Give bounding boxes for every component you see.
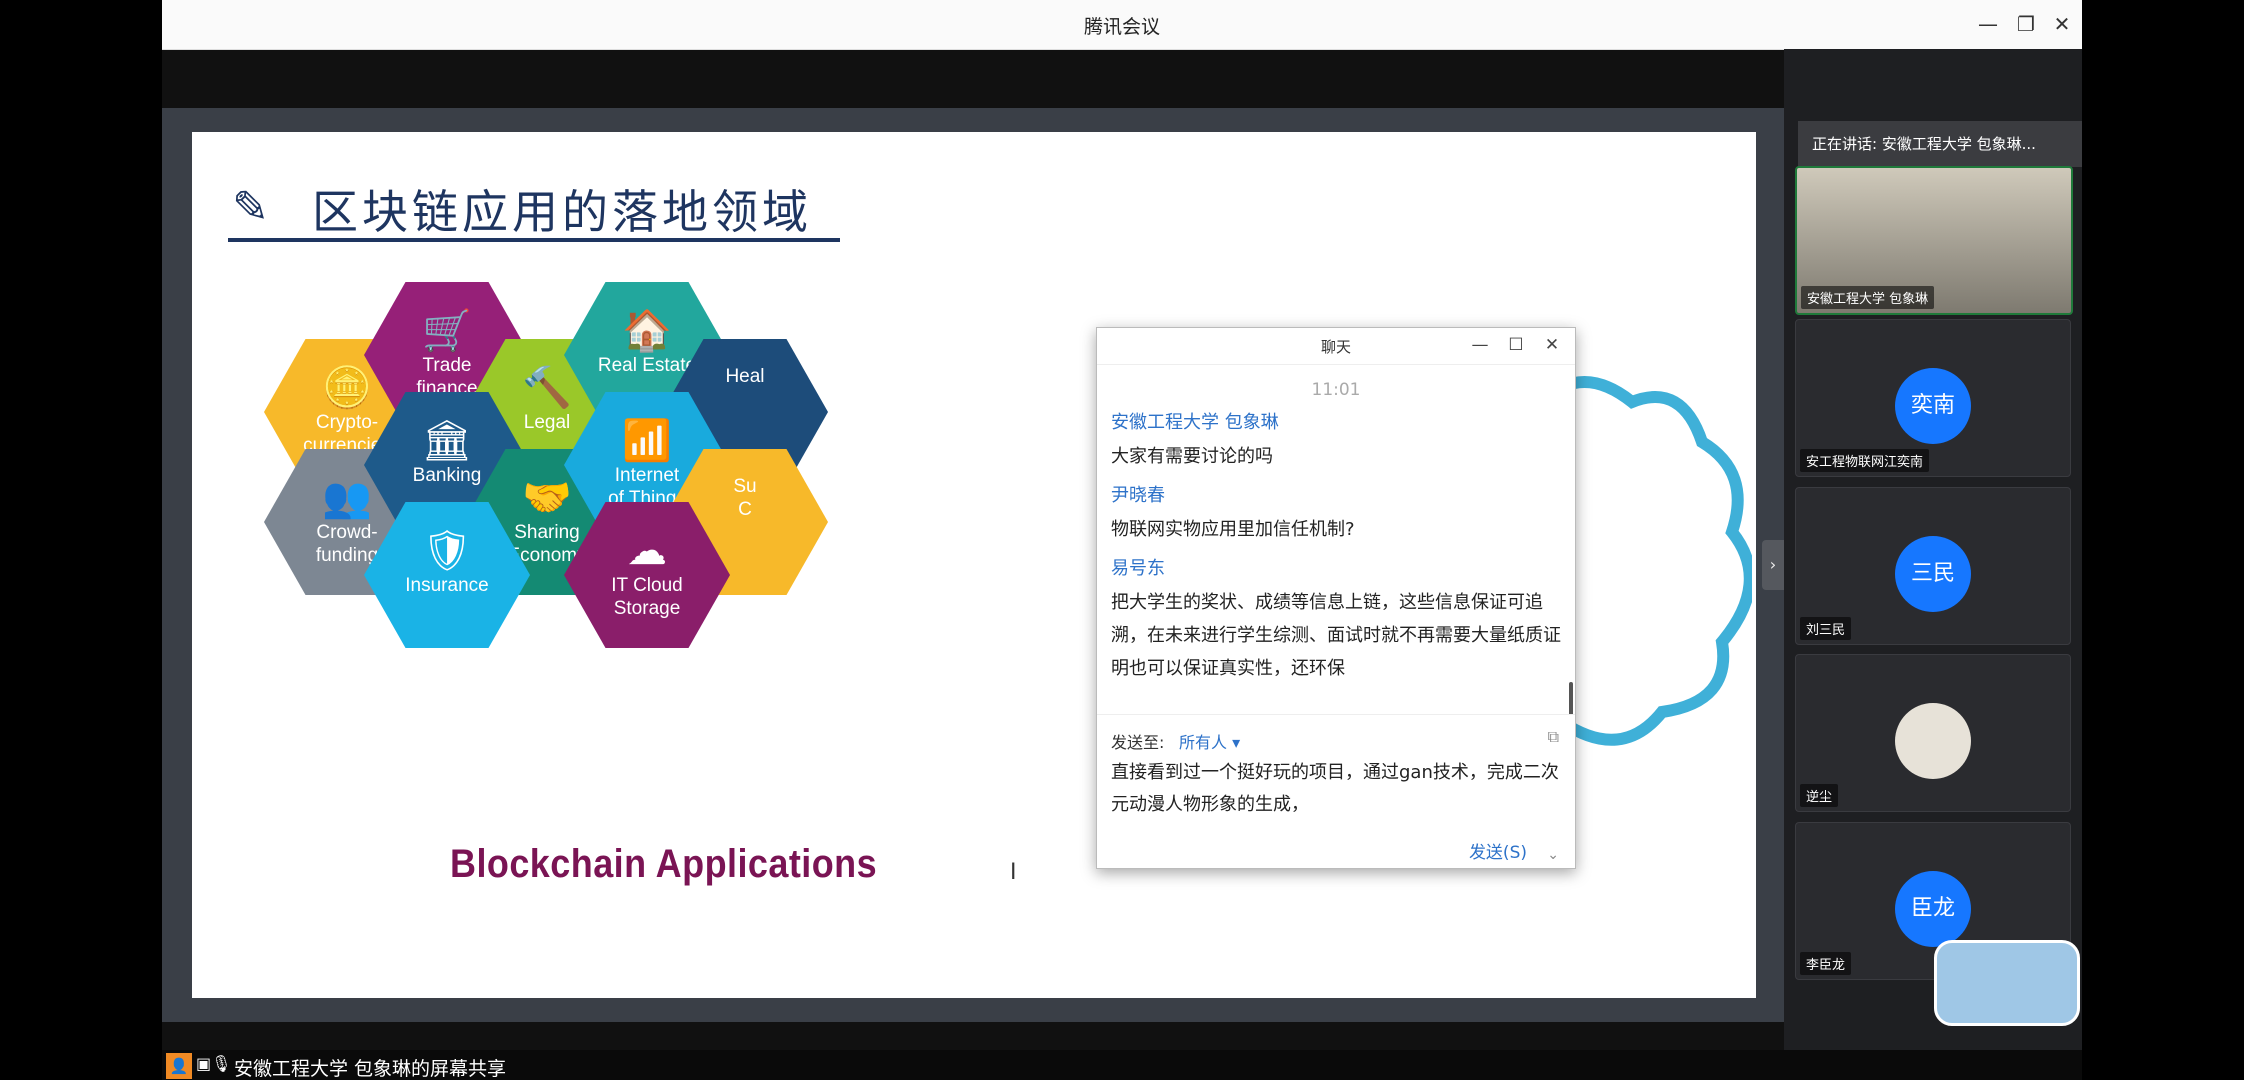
avatar <box>1895 703 1971 779</box>
screen-share-label: 安徽工程大学 包象琳的屏幕共享 <box>234 1058 507 1080</box>
message-text: 把大学生的奖状、成绩等信息上链，这些信息保证可追溯，在未来进行学生综测、面试时就… <box>1111 592 1561 679</box>
avatar: 三民 <box>1895 536 1971 612</box>
participant-name: 李臣龙 <box>1800 952 1852 975</box>
collapse-sidebar-button[interactable]: › <box>1762 540 1784 590</box>
participant-tile[interactable]: 奕南 安工程物联网江奕南 <box>1795 319 2071 477</box>
chat-compose: 发送至: 所有人 ▾ ⧉ 直接看到过一个挺好玩的项目，通过gan技术，完成二次元… <box>1097 714 1575 869</box>
message-sender: 易号东 <box>1111 558 1165 579</box>
message-input[interactable]: 直接看到过一个挺好玩的项目，通过gan技术，完成二次元动漫人物形象的生成， <box>1111 757 1567 821</box>
anime-sticker <box>1934 920 2082 1030</box>
message-sender: 尹晓春 <box>1111 485 1165 506</box>
minimize-button[interactable]: — <box>1974 10 2002 38</box>
send-to-label: 发送至: <box>1111 733 1165 752</box>
bottom-status-bar: 👤 ▣🎙 安徽工程大学 包象琳的屏幕共享 <box>162 1050 2082 1080</box>
close-button[interactable]: ✕ <box>2048 10 2076 38</box>
participant-name: 安工程物联网江奕南 <box>1800 449 1930 472</box>
chat-messages[interactable]: 11:01 安徽工程大学 包象琳 大家有需要讨论的吗 尹晓春 物联网实物应用里加… <box>1097 364 1575 714</box>
slide-footer-title: Blockchain Applications <box>450 842 878 886</box>
participant-tile-video[interactable]: 安徽工程大学 包象琳 <box>1795 166 2073 315</box>
chat-maximize-button[interactable]: ☐ <box>1503 332 1529 358</box>
chat-close-button[interactable]: ✕ <box>1539 332 1565 358</box>
participant-tile[interactable]: 逆尘 <box>1795 654 2071 812</box>
participant-name: 逆尘 <box>1800 784 1839 807</box>
message-text: 物联网实物应用里加信任机制? <box>1111 519 1355 540</box>
send-options-icon[interactable]: ⌄ <box>1547 847 1559 863</box>
hex-label: Insurance <box>405 575 489 596</box>
participant-tile[interactable]: 三民 刘三民 <box>1795 487 2071 645</box>
text-cursor-icon: I <box>1010 860 1017 885</box>
chat-header: 聊天 — ☐ ✕ <box>1097 328 1575 365</box>
screen-share-mic-icon: ▣🎙 <box>196 1054 232 1073</box>
speaking-indicator: 正在讲话: 安徽工程大学 包象琳... <box>1798 121 2082 167</box>
title-bar: 腾讯会议 — ❐ ✕ <box>162 0 2082 50</box>
user-icon: 👤 <box>166 1053 192 1079</box>
message-text: 大家有需要讨论的吗 <box>1111 446 1273 467</box>
participant-name: 刘三民 <box>1800 617 1852 640</box>
restore-button[interactable]: ❐ <box>2012 10 2040 38</box>
send-button[interactable]: 发送(S) <box>1469 838 1527 863</box>
hex-icon: ☁ <box>627 529 667 573</box>
chat-window[interactable]: 聊天 — ☐ ✕ 11:01 安徽工程大学 包象琳 大家有需要讨论的吗 尹晓春 … <box>1096 327 1576 869</box>
meeting-window: 腾讯会议 — ❐ ✕ ✎ 区块链应用的落地领域 🪙 Crypto-currenci… <box>162 0 2082 1080</box>
window-title: 腾讯会议 <box>1083 16 1160 38</box>
chat-minimize-button[interactable]: — <box>1467 332 1493 358</box>
hex-icon: 🛡 <box>421 529 473 573</box>
chat-scrollbar[interactable] <box>1569 682 1573 714</box>
participant-name: 安徽工程大学 包象琳 <box>1801 286 1935 309</box>
message-sender: 安徽工程大学 包象琳 <box>1111 412 1279 433</box>
hex-label: IT Cloud Storage <box>611 575 683 619</box>
screenshot-icon[interactable]: ⧉ <box>1548 727 1559 747</box>
send-to-dropdown[interactable]: 所有人 ▾ <box>1179 729 1240 753</box>
message-time: 11:01 <box>1311 380 1361 400</box>
hex-label: Heal <box>725 366 765 387</box>
avatar: 奕南 <box>1895 368 1971 444</box>
